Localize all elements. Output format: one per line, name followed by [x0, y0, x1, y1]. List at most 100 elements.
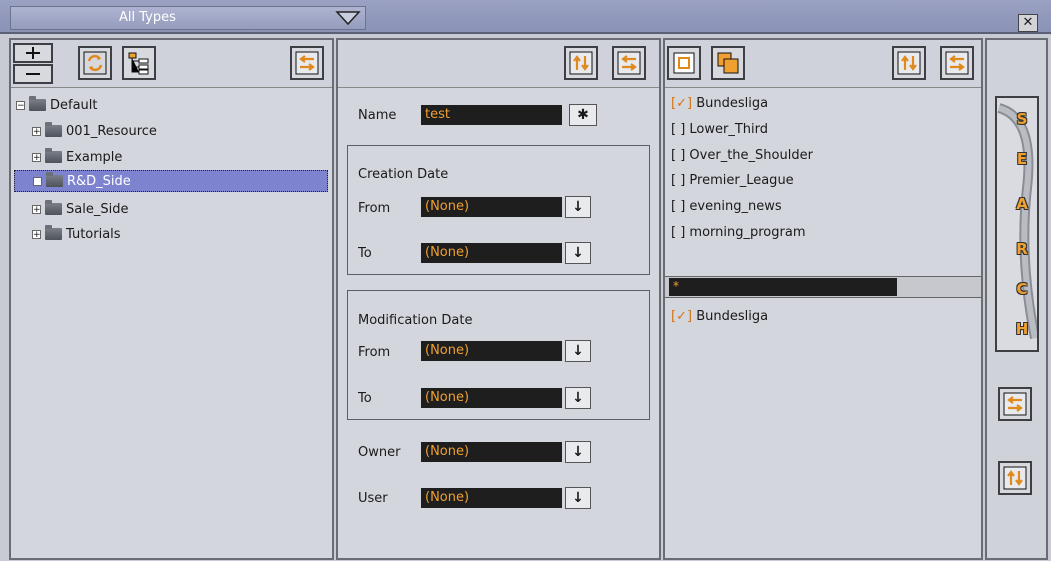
sync-button[interactable]	[998, 461, 1032, 495]
refresh-icon	[83, 51, 107, 75]
folder-tree: − Default + 001_Resource + Example + R&D…	[12, 90, 331, 558]
name-label: Name	[358, 108, 397, 123]
expand-toggle[interactable]: +	[32, 229, 41, 239]
search-letter: A	[1016, 195, 1028, 213]
search-letter: H	[1015, 320, 1029, 338]
refresh-button[interactable]	[78, 46, 112, 80]
keyword-label: Over_the_Shoulder	[689, 148, 813, 163]
checkbox[interactable]: [ ]	[671, 225, 685, 240]
sync-arrows-icon	[1003, 466, 1027, 490]
modification-to-field[interactable]: (None)	[421, 388, 562, 408]
result-label: Bundesliga	[696, 309, 769, 324]
checkbox[interactable]: [ ]	[671, 173, 685, 188]
criteria-toolbar	[338, 40, 659, 88]
creation-to-dropdown[interactable]: ↓	[565, 242, 591, 264]
expand-toggle[interactable]: +	[32, 126, 41, 136]
keyword-item[interactable]: [ ] Premier_League	[671, 173, 794, 188]
modification-from-label: From	[358, 345, 391, 360]
user-dropdown[interactable]: ↓	[565, 487, 591, 509]
swap-arrows-button[interactable]	[612, 46, 646, 80]
creation-date-title: Creation Date	[358, 167, 449, 182]
expand-toggle[interactable]: +	[32, 152, 41, 162]
tree-item-sale-side[interactable]: + Sale_Side	[32, 198, 128, 220]
keyword-item[interactable]: [ ] Lower_Third	[671, 122, 768, 137]
owner-label: Owner	[358, 445, 401, 460]
swap-arrows-button[interactable]	[290, 46, 324, 80]
single-square-icon	[673, 52, 695, 74]
creation-from-field[interactable]: (None)	[421, 197, 562, 217]
owner-dropdown[interactable]: ↓	[565, 441, 591, 463]
expand-toggle[interactable]: +	[33, 176, 42, 186]
expand-all-button[interactable]	[13, 43, 53, 63]
checkbox[interactable]: [ ]	[671, 122, 685, 137]
result-item[interactable]: [✓] Bundesliga	[671, 309, 768, 324]
keyword-item[interactable]: [ ] Over_the_Shoulder	[671, 148, 813, 163]
expand-toggle[interactable]: +	[32, 204, 41, 214]
folder-icon	[45, 122, 62, 137]
keyword-label: evening_news	[689, 199, 782, 214]
name-input[interactable]: test	[421, 105, 562, 125]
tree-toolbar	[11, 40, 332, 88]
checkbox[interactable]: [ ]	[671, 148, 685, 163]
close-button[interactable]: ✕	[1018, 14, 1038, 32]
keyword-label: Lower_Third	[689, 122, 769, 137]
modification-to-dropdown[interactable]: ↓	[565, 387, 591, 409]
folder-icon	[29, 96, 46, 111]
collapse-all-button[interactable]	[13, 64, 53, 84]
tree-item-rnd-side[interactable]: + R&D_Side	[14, 170, 328, 192]
sync-arrows-icon	[569, 51, 593, 75]
keyword-item[interactable]: [ ] morning_program	[671, 225, 806, 240]
tree-item-example[interactable]: + Example	[32, 146, 122, 168]
checkbox-checked[interactable]: [✓]	[671, 96, 692, 111]
tree-item-label: Example	[66, 149, 123, 165]
checkbox-checked[interactable]: [✓]	[671, 309, 692, 324]
type-filter-dropdown[interactable]: All Types	[10, 6, 366, 30]
creation-from-dropdown[interactable]: ↓	[565, 196, 591, 218]
wildcard-button[interactable]: ✱	[569, 104, 597, 126]
tree-item-default[interactable]: − Default	[16, 94, 98, 116]
folder-icon	[45, 148, 62, 163]
folder-icon	[45, 225, 62, 240]
select-all-button[interactable]	[711, 46, 745, 80]
keyword-filter-input[interactable]: *	[669, 278, 897, 296]
swap-arrows-icon	[617, 51, 641, 75]
search-button[interactable]	[995, 96, 1039, 352]
tree-item-tutorials[interactable]: + Tutorials	[32, 223, 121, 245]
keyword-label: morning_program	[689, 225, 806, 240]
creation-to-label: To	[358, 246, 372, 261]
swap-arrows-icon	[1003, 392, 1027, 416]
tree-item-label: Sale_Side	[66, 201, 129, 217]
tree-item-label: 001_Resource	[66, 123, 157, 139]
plus-icon	[26, 47, 40, 59]
search-letter: E	[1016, 150, 1028, 168]
keyword-item[interactable]: [ ] evening_news	[671, 199, 782, 214]
search-letter: C	[1016, 280, 1028, 298]
tree-view-icon	[128, 52, 149, 75]
checkbox[interactable]: [ ]	[671, 199, 685, 214]
tree-item-001-resource[interactable]: + 001_Resource	[32, 120, 157, 142]
swap-arrows-button[interactable]	[998, 387, 1032, 421]
keywords-panel	[663, 38, 983, 560]
collapse-toggle[interactable]: −	[16, 100, 25, 110]
sync-button[interactable]	[564, 46, 598, 80]
sync-arrows-icon	[897, 51, 921, 75]
swap-arrows-button[interactable]	[940, 46, 974, 80]
user-field[interactable]: (None)	[421, 488, 562, 508]
modification-date-title: Modification Date	[358, 313, 473, 328]
user-label: User	[358, 491, 388, 506]
select-one-button[interactable]	[667, 46, 701, 80]
chevron-down-icon[interactable]	[335, 9, 361, 27]
tree-item-label: R&D_Side	[67, 173, 131, 189]
modification-from-dropdown[interactable]: ↓	[565, 340, 591, 362]
modification-from-field[interactable]: (None)	[421, 341, 562, 361]
stacked-squares-icon	[717, 52, 739, 74]
keyword-item[interactable]: [✓] Bundesliga	[671, 96, 768, 111]
creation-to-field[interactable]: (None)	[421, 243, 562, 263]
tree-item-label: Tutorials	[66, 226, 121, 242]
creation-from-label: From	[358, 201, 391, 216]
folder-icon	[46, 172, 63, 187]
sync-button[interactable]	[892, 46, 926, 80]
tree-view-button[interactable]	[122, 46, 156, 80]
owner-field[interactable]: (None)	[421, 442, 562, 462]
swap-arrows-icon	[295, 51, 319, 75]
